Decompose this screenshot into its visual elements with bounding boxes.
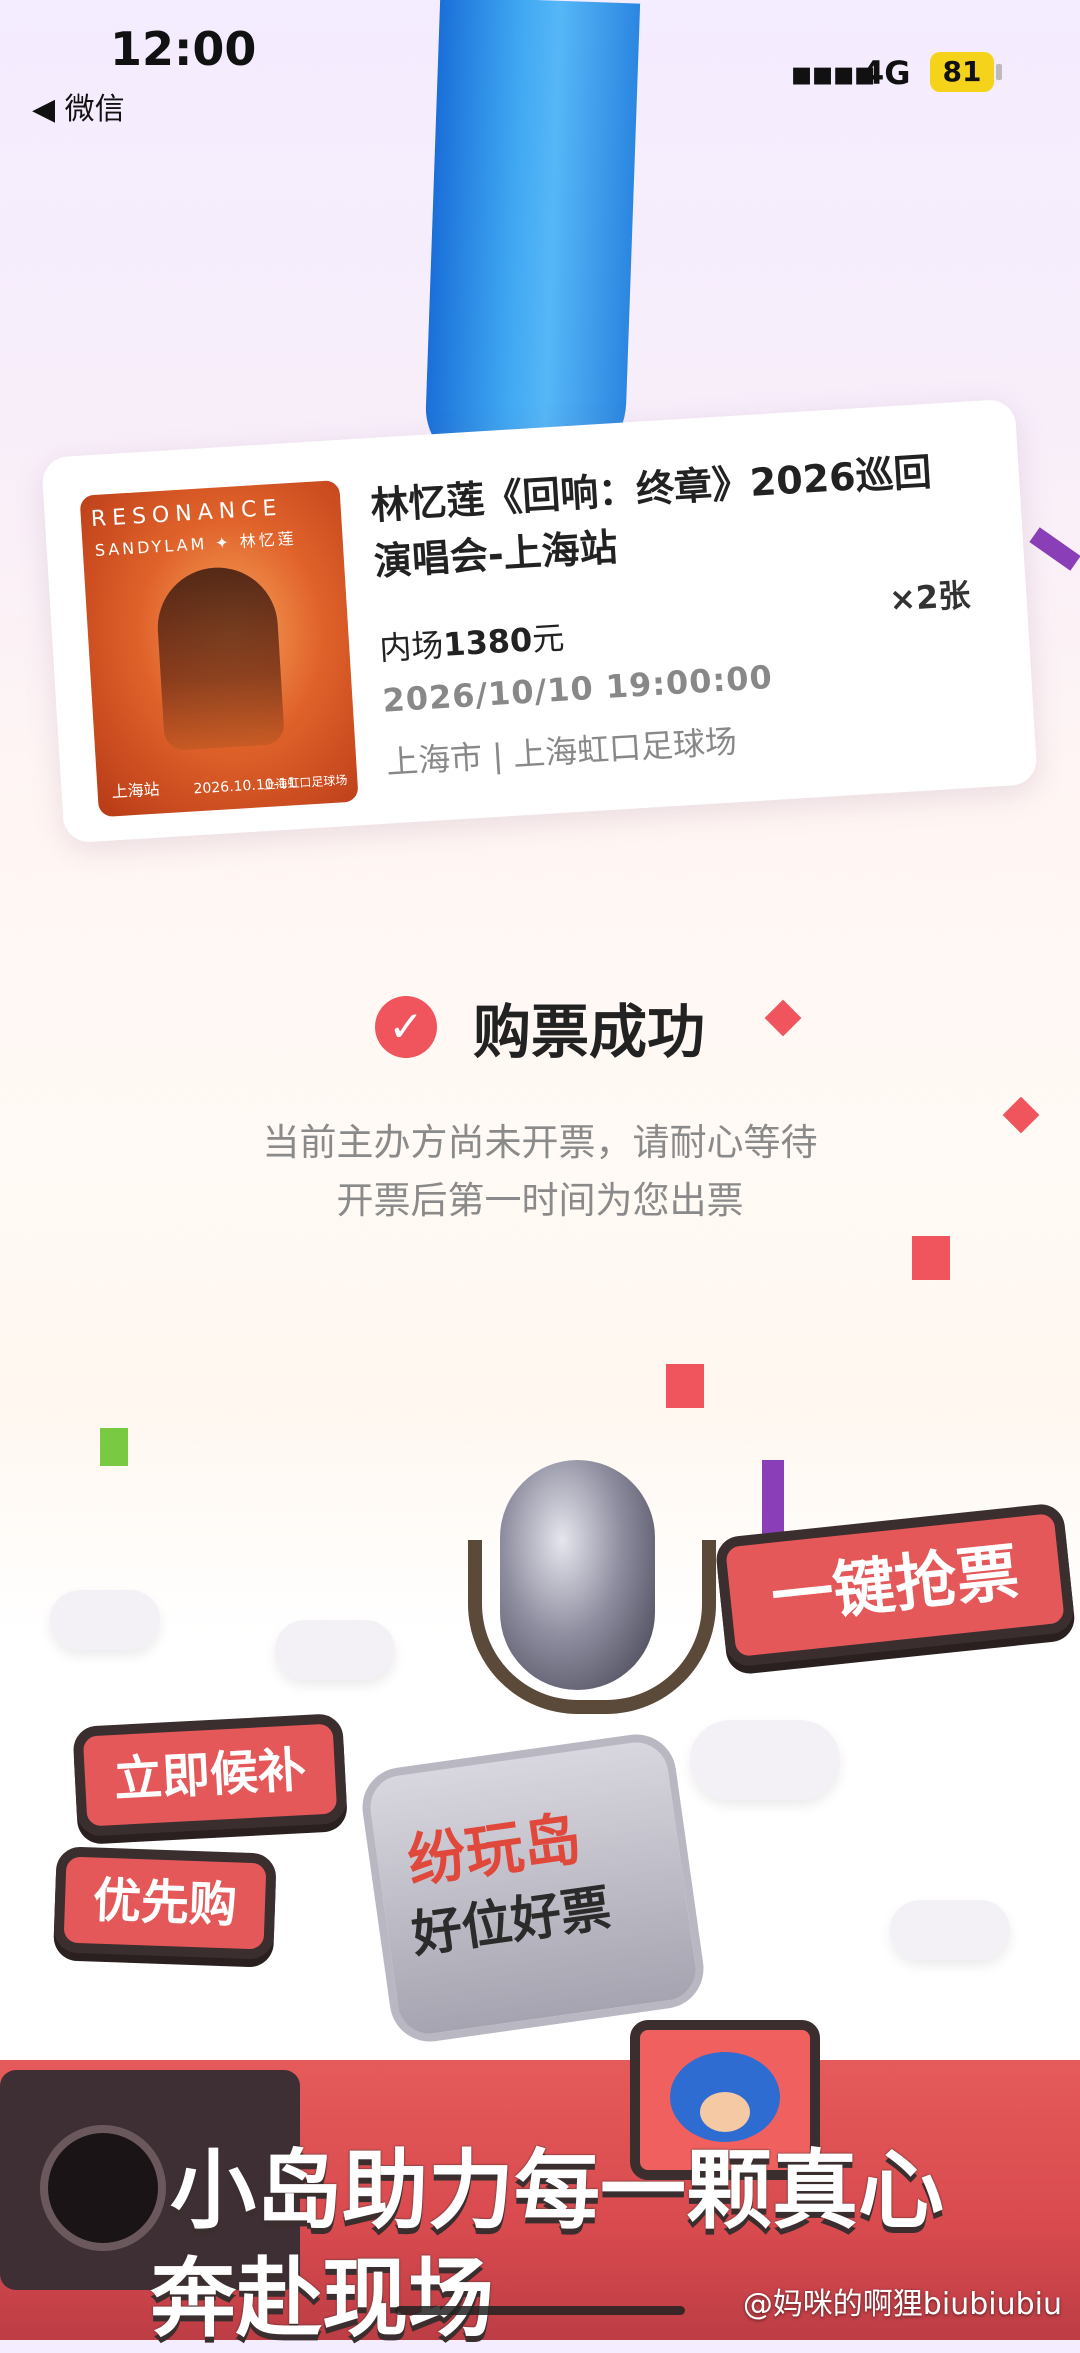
result-message-line2: 开票后第一时间为您出票	[336, 1179, 744, 1222]
slogan-line2: 奔赴现场	[150, 2249, 494, 2349]
brand-ticket-board: 纷玩岛 好位好票	[357, 1729, 709, 2047]
cloud-decoration	[50, 1590, 160, 1650]
cloud-decoration	[890, 1900, 1010, 1960]
battery-cap	[996, 64, 1002, 80]
network-type: 4G	[862, 54, 911, 92]
confetti-piece	[912, 1236, 950, 1280]
event-datetime: 2026/10/10 19:00:00	[381, 657, 774, 720]
ticket-price: 内场1380元	[378, 613, 566, 670]
back-to-wechat-link[interactable]: ◀ 微信	[32, 84, 125, 128]
price-value: 1380	[442, 620, 534, 664]
status-time: 12:00	[110, 22, 257, 76]
ticket-quantity: ×2张	[888, 575, 972, 619]
promo-banner[interactable]: 一键抢票 立即候补 优先购 纷玩岛 好位好票 小岛助力每一颗真心 奔赴现场	[0, 1420, 1080, 2349]
poster-city: 上海站	[111, 779, 161, 802]
poster-figure	[154, 564, 286, 752]
check-icon: ✓	[374, 996, 437, 1058]
result-message-line1: 当前主办方尚未开票，请耐心等待	[262, 1121, 818, 1164]
event-location: 上海市 | 上海虹口足球场	[385, 722, 739, 782]
ticket-card[interactable]: RESONANCE SANDYLAM ✦ 林忆莲 上海站 2026.10.10-…	[41, 398, 1038, 844]
confetti-piece	[1029, 527, 1080, 571]
price-suffix: 元	[531, 618, 566, 659]
microphone-icon	[500, 1460, 655, 1690]
priority-purchase-sign[interactable]: 优先购	[53, 1846, 277, 1960]
result-title: 购票成功	[472, 998, 705, 1066]
waitlist-sign[interactable]: 立即候补	[72, 1713, 348, 1837]
event-title: 林忆莲《回响：终章》2026巡回演唱会-上海站	[369, 449, 933, 584]
cloud-decoration	[690, 1720, 840, 1800]
watermark: @妈咪的啊狸biubiubiu	[742, 2287, 1062, 2322]
event-poster: RESONANCE SANDYLAM ✦ 林忆莲 上海站 2026.10.10-…	[79, 479, 359, 818]
blue-ribbon-decoration	[423, 0, 641, 474]
home-indicator[interactable]	[395, 2306, 685, 2315]
purchase-result: ✓ 购票成功	[0, 985, 1080, 1069]
confetti-piece	[762, 1460, 784, 1540]
battery-icon: 81	[930, 52, 994, 92]
confetti-piece	[666, 1364, 704, 1408]
price-prefix: 内场	[378, 625, 445, 668]
cloud-decoration	[275, 1620, 395, 1680]
slogan-line1: 小岛助力每一颗真心	[170, 2141, 944, 2241]
speaker-cone	[40, 2125, 166, 2251]
poster-venue: 上海虹口足球场	[263, 773, 348, 793]
